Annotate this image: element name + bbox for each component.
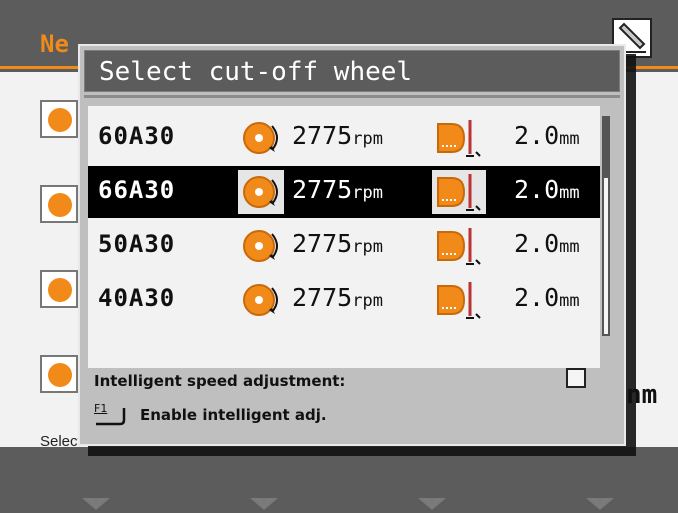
wheel-row[interactable]: 40A30 2775rpm 2.0mm [88,274,600,326]
rpm-value: 2775 [292,121,353,150]
cutoff-wheel-icon [238,170,284,214]
wheel-list: 60A30 2775rpm 2.0mm 66A30 2775rpm 2.0mm 50A30 2… [88,106,600,368]
f1-key-icon[interactable]: F1 [94,402,128,428]
scrollbar-thumb[interactable] [604,118,608,178]
background-wheel-icon [40,100,78,138]
wheel-code: 50A30 [98,230,176,258]
intelligent-speed-checkbox[interactable] [566,368,586,388]
wheel-thickness: 2.0mm [514,229,580,258]
dialog-titlebar: Select cut-off wheel [84,50,620,92]
wheel-depth-icon [432,170,486,214]
rpm-unit: rpm [352,129,383,149]
intelligent-speed-label: Intelligent speed adjustment: [94,372,346,390]
background-title: Ne [40,30,69,58]
background-wheel-icon [40,355,78,393]
rpm-value: 2775 [292,283,353,312]
thickness-unit: mm [559,291,580,311]
wheel-code: 40A30 [98,284,176,312]
wheel-thickness: 2.0mm [514,175,580,204]
thickness-unit: mm [559,183,580,203]
background-wheel-icon [40,185,78,223]
wheel-depth-icon [432,278,486,322]
softkey-3-indicator[interactable] [418,498,446,510]
screen: Ne nm Select cut-off wheel Select cut-of… [0,0,678,513]
rpm-unit: rpm [352,183,383,203]
thickness-value: 2.0 [514,175,560,204]
cutoff-wheel-icon [238,224,284,268]
wheel-row[interactable]: 60A30 2775rpm 2.0mm [88,112,600,164]
wheel-rpm: 2775rpm [292,175,383,204]
wheel-rpm: 2775rpm [292,283,383,312]
f1-action-label: Enable intelligent adj. [140,406,327,424]
cutoff-wheel-icon [238,116,284,160]
wheel-rpm: 2775rpm [292,121,383,150]
rpm-value: 2775 [292,175,353,204]
softkey-1-indicator[interactable] [82,498,110,510]
dialog-title-divider [84,95,620,98]
list-scrollbar[interactable] [602,116,610,336]
softkey-4-indicator[interactable] [586,498,614,510]
wheel-thickness: 2.0mm [514,121,580,150]
wheel-code: 66A30 [98,176,176,204]
cutoff-wheel-icon [238,278,284,322]
thickness-value: 2.0 [514,229,560,258]
wheel-row[interactable]: 50A30 2775rpm 2.0mm [88,220,600,272]
thickness-unit: mm [559,129,580,149]
rpm-value: 2775 [292,229,353,258]
wheel-depth-icon [432,224,486,268]
select-wheel-dialog: Select cut-off wheel 60A30 2775rpm 2.0mm 66… [78,44,626,446]
wheel-rpm: 2775rpm [292,229,383,258]
wheel-code: 60A30 [98,122,176,150]
background-wheel-icon [40,270,78,308]
thickness-value: 2.0 [514,121,560,150]
wheel-row[interactable]: 66A30 2775rpm 2.0mm [88,166,600,218]
wheel-thickness: 2.0mm [514,283,580,312]
thickness-unit: mm [559,237,580,257]
rpm-unit: rpm [352,291,383,311]
dialog-title: Select cut-off wheel [99,57,413,87]
softkey-2-indicator[interactable] [250,498,278,510]
rpm-unit: rpm [352,237,383,257]
thickness-value: 2.0 [514,283,560,312]
wheel-depth-icon [432,116,486,160]
